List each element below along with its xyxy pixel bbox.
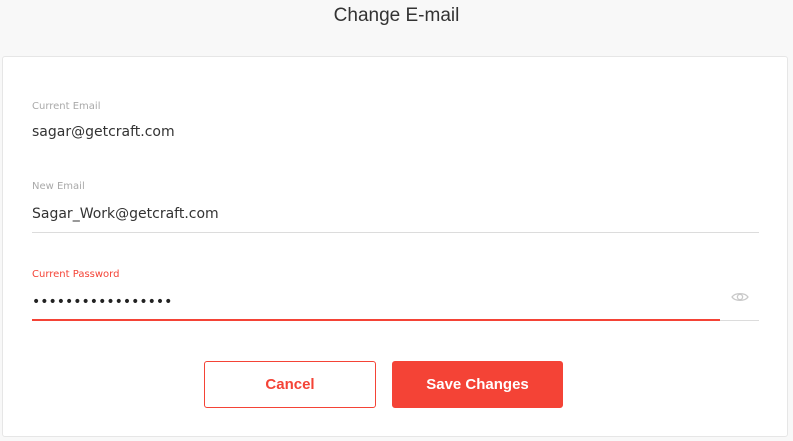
change-email-card: Current Email sagar@getcraft.com New Ema… [2, 56, 788, 437]
current-password-input[interactable] [32, 292, 722, 312]
current-email-label: Current Email [32, 101, 101, 112]
new-email-label: New Email [32, 181, 85, 192]
save-changes-button-label: Save Changes [426, 376, 529, 393]
new-email-underline [32, 232, 759, 233]
new-email-input[interactable] [32, 204, 759, 224]
cancel-button-label: Cancel [265, 376, 315, 393]
cancel-button[interactable]: Cancel [204, 361, 376, 408]
save-changes-button[interactable]: Save Changes [392, 361, 563, 408]
current-email-value: sagar@getcraft.com [32, 124, 175, 140]
page-title: Change E-mail [333, 5, 460, 26]
eye-icon[interactable] [730, 289, 750, 305]
current-password-label: Current Password [32, 269, 120, 280]
password-error-underline [32, 319, 720, 321]
